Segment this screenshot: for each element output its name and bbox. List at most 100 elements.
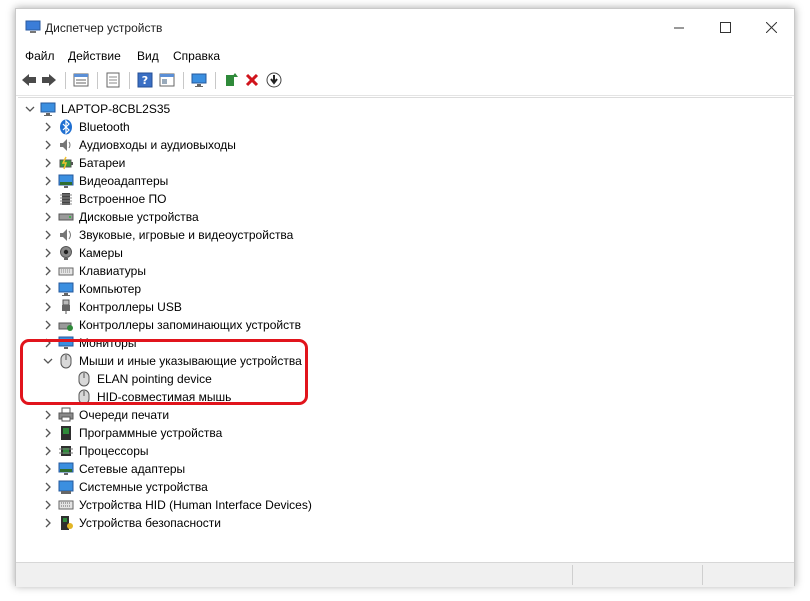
- tree-item-network-adapter[interactable]: Сетевые адаптеры: [40, 460, 185, 478]
- tree-item-keyboard[interactable]: Клавиатуры: [40, 262, 146, 280]
- monitor-icon[interactable]: [190, 71, 208, 89]
- menu-action[interactable]: Действие: [68, 49, 121, 63]
- menu-view[interactable]: Вид: [137, 49, 159, 63]
- tree-item-label: Аудиовходы и аудиовыходы: [79, 138, 236, 152]
- back-icon[interactable]: [20, 71, 38, 89]
- show-all-icon[interactable]: [104, 71, 122, 89]
- chevron-right-icon[interactable]: [40, 208, 56, 226]
- tree-item-camera[interactable]: Камеры: [40, 244, 123, 262]
- menu-file[interactable]: Файл: [25, 49, 55, 63]
- speaker-icon: [58, 137, 74, 153]
- chevron-right-icon[interactable]: [40, 226, 56, 244]
- chevron-right-icon[interactable]: [40, 280, 56, 298]
- status-divider: [702, 565, 703, 585]
- highlight-annotation: [20, 339, 308, 405]
- chevron-right-icon[interactable]: [40, 262, 56, 280]
- chevron-right-icon[interactable]: [40, 190, 56, 208]
- tree-item-label: Очереди печати: [79, 408, 170, 422]
- toolbar: ?: [16, 67, 794, 96]
- toolbar-separator: [129, 72, 130, 89]
- window-title: Диспетчер устройств: [45, 21, 163, 35]
- chevron-right-icon[interactable]: [40, 496, 56, 514]
- status-bar: [16, 562, 794, 587]
- download-icon[interactable]: [265, 71, 283, 89]
- software-device-icon: [58, 425, 74, 441]
- tree-item-label: Контроллеры запоминающих устройств: [79, 318, 301, 332]
- view-icon[interactable]: [158, 71, 176, 89]
- printer-icon: [58, 407, 74, 423]
- tree-item-firmware[interactable]: Встроенное ПО: [40, 190, 166, 208]
- toolbar-separator: [97, 72, 98, 89]
- tree-item-disk[interactable]: Дисковые устройства: [40, 208, 199, 226]
- toolbar-separator: [215, 72, 216, 89]
- chevron-right-icon[interactable]: [40, 244, 56, 262]
- display-adapter-icon: [58, 173, 74, 189]
- tree-item-software-device[interactable]: Программные устройства: [40, 424, 222, 442]
- tree-item-system-device[interactable]: Системные устройства: [40, 478, 208, 496]
- tree-item-label: Сетевые адаптеры: [79, 462, 186, 476]
- tree-item-speaker[interactable]: Аудиовходы и аудиовыходы: [40, 136, 236, 154]
- storage-controller-icon: [58, 317, 74, 333]
- chevron-right-icon[interactable]: [40, 118, 56, 136]
- tree-item-label: Батареи: [79, 156, 126, 170]
- battery-icon: [58, 155, 74, 171]
- tree-item-battery[interactable]: Батареи: [40, 154, 125, 172]
- maximize-button[interactable]: [702, 9, 748, 45]
- tree-root-label: LAPTOP-8CBL2S35: [61, 102, 171, 116]
- chevron-right-icon[interactable]: [40, 298, 56, 316]
- toolbar-separator: [183, 72, 184, 89]
- chevron-right-icon[interactable]: [40, 316, 56, 334]
- tree-item-processor[interactable]: Процессоры: [40, 442, 149, 460]
- close-icon: [765, 21, 777, 33]
- tree-item-security-device[interactable]: Устройства безопасности: [40, 514, 221, 532]
- tree-item-hid[interactable]: Устройства HID (Human Interface Devices): [40, 496, 312, 514]
- update-driver-icon[interactable]: [222, 71, 240, 89]
- tree-item-label: Звуковые, игровые и видеоустройства: [79, 228, 294, 242]
- hid-icon: [58, 497, 74, 513]
- menu-help[interactable]: Справка: [173, 49, 220, 63]
- chevron-down-icon[interactable]: [22, 100, 38, 118]
- device-manager-app-icon: [25, 20, 41, 34]
- status-divider: [572, 565, 573, 585]
- tree-item-printer[interactable]: Очереди печати: [40, 406, 169, 424]
- disk-icon: [58, 209, 74, 225]
- close-button[interactable]: [748, 9, 794, 45]
- chevron-right-icon[interactable]: [40, 154, 56, 172]
- remove-icon[interactable]: [243, 71, 261, 89]
- firmware-icon: [58, 191, 74, 207]
- maximize-icon: [719, 21, 731, 33]
- forward-icon[interactable]: [40, 71, 58, 89]
- tree-item-label: Устройства безопасности: [79, 516, 221, 530]
- svg-text:?: ?: [142, 74, 148, 87]
- tree-item-storage-controller[interactable]: Контроллеры запоминающих устройств: [40, 316, 301, 334]
- tree-item-label: Устройства HID (Human Interface Devices): [79, 498, 312, 512]
- chevron-right-icon[interactable]: [40, 406, 56, 424]
- tree-item-usb[interactable]: Контроллеры USB: [40, 298, 182, 316]
- chevron-right-icon[interactable]: [40, 172, 56, 190]
- chevron-right-icon[interactable]: [40, 442, 56, 460]
- tree-item-label: Дисковые устройства: [79, 210, 199, 224]
- tree-item-bluetooth[interactable]: Bluetooth: [40, 118, 130, 136]
- tree-item-computer[interactable]: Компьютер: [40, 280, 141, 298]
- chevron-right-icon[interactable]: [40, 460, 56, 478]
- minimize-button[interactable]: [656, 9, 702, 45]
- chevron-right-icon[interactable]: [40, 478, 56, 496]
- tree-item-label: Bluetooth: [79, 120, 130, 134]
- processor-icon: [58, 443, 74, 459]
- tree-item-label: Встроенное ПО: [79, 192, 167, 206]
- tree-item-sound[interactable]: Звуковые, игровые и видеоустройства: [40, 226, 293, 244]
- tree-root[interactable]: LAPTOP-8CBL2S35: [22, 100, 170, 118]
- tree-item-label: Программные устройства: [79, 426, 223, 440]
- tree-item-display-adapter[interactable]: Видеоадаптеры: [40, 172, 168, 190]
- tree-item-label: Компьютер: [79, 282, 142, 296]
- network-adapter-icon: [58, 461, 74, 477]
- chevron-right-icon[interactable]: [40, 424, 56, 442]
- properties-list-icon[interactable]: [72, 71, 90, 89]
- sound-icon: [58, 227, 74, 243]
- chevron-right-icon[interactable]: [40, 514, 56, 532]
- system-device-icon: [58, 479, 74, 495]
- help-icon[interactable]: ?: [136, 71, 154, 89]
- chevron-right-icon[interactable]: [40, 136, 56, 154]
- minimize-icon: [673, 27, 684, 28]
- tree-item-label: Клавиатуры: [79, 264, 146, 278]
